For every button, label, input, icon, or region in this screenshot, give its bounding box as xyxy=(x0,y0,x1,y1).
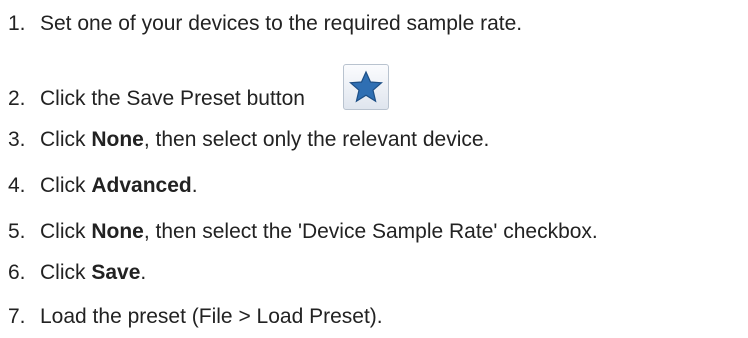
step-text: Click Advanced. xyxy=(40,174,198,197)
step-number: 4. xyxy=(8,174,26,197)
step-number: 7. xyxy=(8,305,26,328)
step-ui-term: Save xyxy=(91,261,141,284)
star-icon xyxy=(349,70,383,103)
step-ui-term: Advanced xyxy=(91,174,192,197)
step-text: Click the Save Preset button xyxy=(40,87,305,110)
step-text-post: , then select only the relevant device. xyxy=(143,128,490,151)
list-item: 4. Click Advanced. xyxy=(8,173,198,199)
step-text-post: , then select the 'Device Sample Rate' c… xyxy=(143,220,598,243)
instruction-list: 1. Set one of your devices to the require… xyxy=(0,0,748,338)
step-ui-term: None xyxy=(91,128,144,151)
step-text: Click Save. xyxy=(40,261,146,284)
step-text-pre: Click xyxy=(40,261,92,284)
step-text-post: . xyxy=(191,174,198,197)
step-text: Set one of your devices to the required … xyxy=(40,12,522,35)
step-number: 3. xyxy=(8,128,26,151)
step-text-pre: Click xyxy=(40,128,92,151)
step-text-pre: Click xyxy=(40,174,92,197)
step-text-pre: Set one of your devices to the required … xyxy=(40,12,523,35)
list-item: 7. Load the preset (File > Load Preset). xyxy=(8,304,383,330)
step-text: Click None, then select the 'Device Samp… xyxy=(40,220,598,243)
step-number: 6. xyxy=(8,261,26,284)
step-number: 2. xyxy=(8,87,26,110)
step-number: 1. xyxy=(8,12,26,35)
step-text: Click None, then select only the relevan… xyxy=(40,128,489,151)
list-item: 3. Click None, then select only the relev… xyxy=(8,127,489,153)
step-ui-term: None xyxy=(91,220,144,243)
list-item: 5. Click None, then select the 'Device Sa… xyxy=(8,219,598,245)
save-preset-button[interactable] xyxy=(343,64,389,110)
list-item: 2. Click the Save Preset button xyxy=(8,64,389,112)
list-item: 1. Set one of your devices to the require… xyxy=(8,11,522,37)
step-text-pre: Click xyxy=(40,220,92,243)
step-number: 5. xyxy=(8,220,26,243)
list-item: 6. Click Save. xyxy=(8,260,146,286)
step-text: Load the preset (File > Load Preset). xyxy=(40,305,383,328)
step-text-pre: Click the Save Preset button xyxy=(40,87,305,110)
step-text-pre: Load the preset (File > Load Preset). xyxy=(40,305,383,328)
step-text-post: . xyxy=(140,261,147,284)
